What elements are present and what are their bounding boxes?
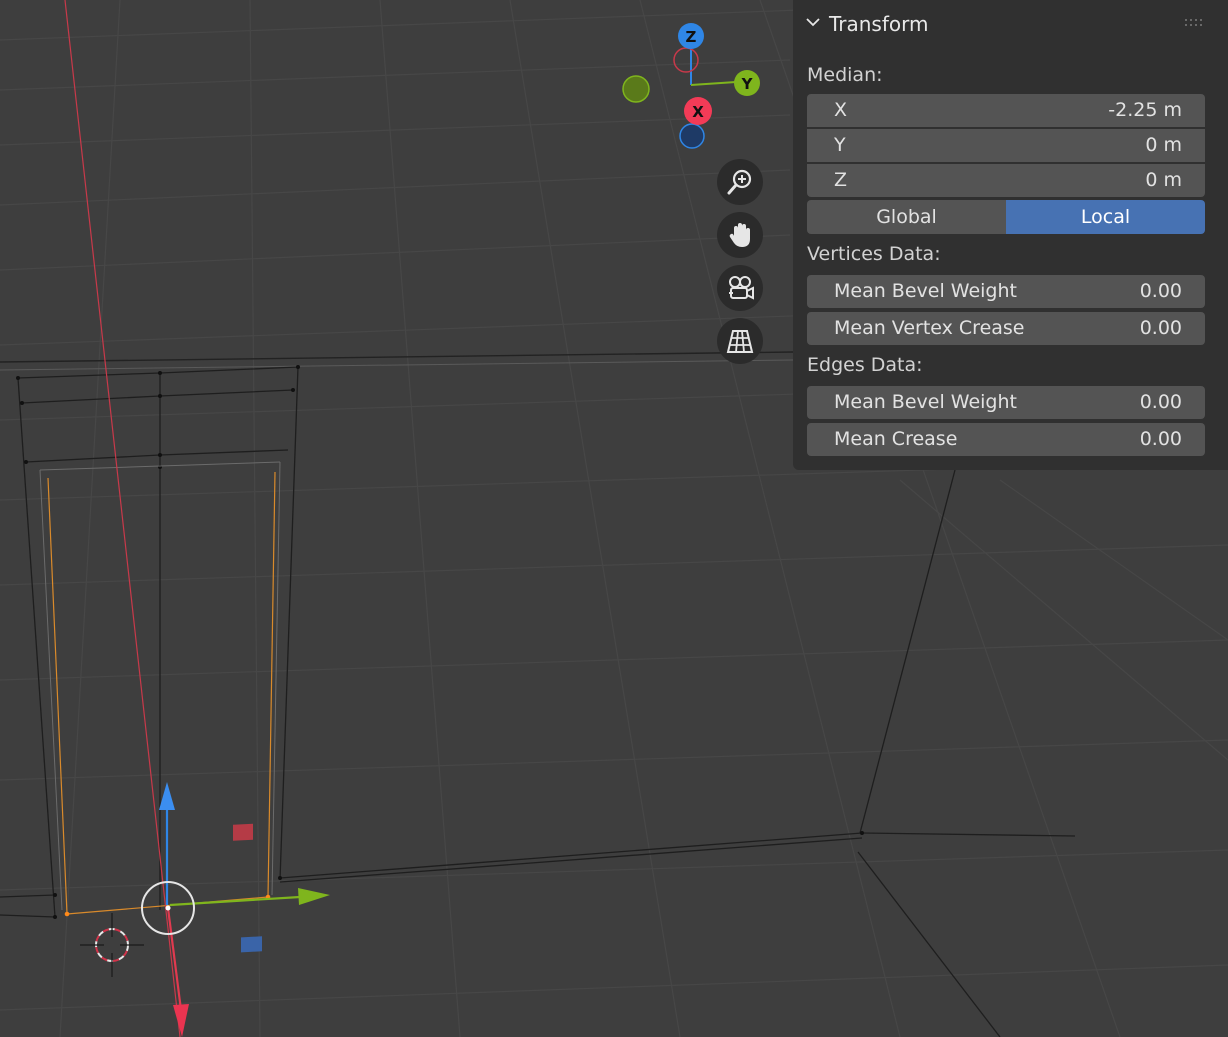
vertices-data-label: Vertices Data: [807, 243, 941, 265]
panel-header[interactable]: Transform [793, 0, 1228, 48]
field-value: 0.00 [1139, 428, 1182, 450]
median-label: Median: [807, 64, 883, 86]
edge-mean-bevel-weight-field[interactable]: Mean Bevel Weight 0.00 [807, 386, 1205, 419]
panel-title: Transform [829, 12, 929, 36]
median-x-label: X [834, 99, 848, 121]
svg-text:X: X [692, 103, 704, 121]
ortho-toggle-button[interactable] [717, 318, 763, 364]
field-label: Mean Vertex Crease [834, 317, 1025, 339]
median-y-label: Y [834, 134, 846, 156]
zoom-button[interactable] [717, 159, 763, 205]
3d-cursor [80, 913, 144, 977]
zoom-icon [727, 169, 752, 195]
gizmo-neg-y-icon[interactable] [622, 75, 650, 103]
field-value: 0.00 [1139, 391, 1182, 413]
field-label: Mean Crease [834, 428, 958, 450]
mean-crease-field[interactable]: Mean Crease 0.00 [807, 423, 1205, 456]
gizmo-neg-x-icon[interactable] [673, 47, 699, 73]
space-toggle: Global Local [807, 200, 1205, 234]
navigation-gizmo[interactable]: Z Y X [610, 20, 780, 160]
median-z-value: 0 m [1145, 169, 1182, 191]
selected-edges [47, 471, 276, 915]
field-value: 0.00 [1139, 280, 1182, 302]
camera-view-button[interactable] [717, 265, 763, 311]
median-y-field[interactable]: Y 0 m [807, 129, 1205, 162]
field-value: 0.00 [1139, 317, 1182, 339]
global-toggle-button[interactable]: Global [807, 200, 1006, 234]
transform-panel: Transform Median: X -2.25 m Y 0 m Z 0 m … [793, 0, 1228, 470]
local-toggle-button[interactable]: Local [1006, 200, 1205, 234]
gizmo-neg-z-icon[interactable] [679, 123, 705, 149]
median-x-value: -2.25 m [1108, 99, 1182, 121]
field-label: Mean Bevel Weight [834, 391, 1017, 413]
svg-text:Z: Z [686, 28, 697, 46]
svg-text:Y: Y [741, 75, 754, 93]
median-z-field[interactable]: Z 0 m [807, 164, 1205, 197]
median-y-value: 0 m [1145, 134, 1182, 156]
mesh-vertices [16, 365, 864, 919]
chevron-down-icon [806, 18, 820, 27]
hand-pan-icon [729, 223, 750, 247]
field-label: Mean Bevel Weight [834, 280, 1017, 302]
median-x-field[interactable]: X -2.25 m [807, 94, 1205, 127]
median-z-label: Z [834, 169, 848, 191]
vertex-mean-bevel-weight-field[interactable]: Mean Bevel Weight 0.00 [807, 275, 1205, 308]
pan-button[interactable] [717, 212, 763, 258]
ortho-grid-icon [726, 330, 754, 353]
mean-vertex-crease-field[interactable]: Mean Vertex Crease 0.00 [807, 312, 1205, 345]
drag-grip-icon[interactable] [1184, 18, 1206, 28]
x-axis-line [64, 0, 181, 1037]
camera-view-icon [729, 276, 754, 300]
edges-data-label: Edges Data: [807, 354, 923, 376]
